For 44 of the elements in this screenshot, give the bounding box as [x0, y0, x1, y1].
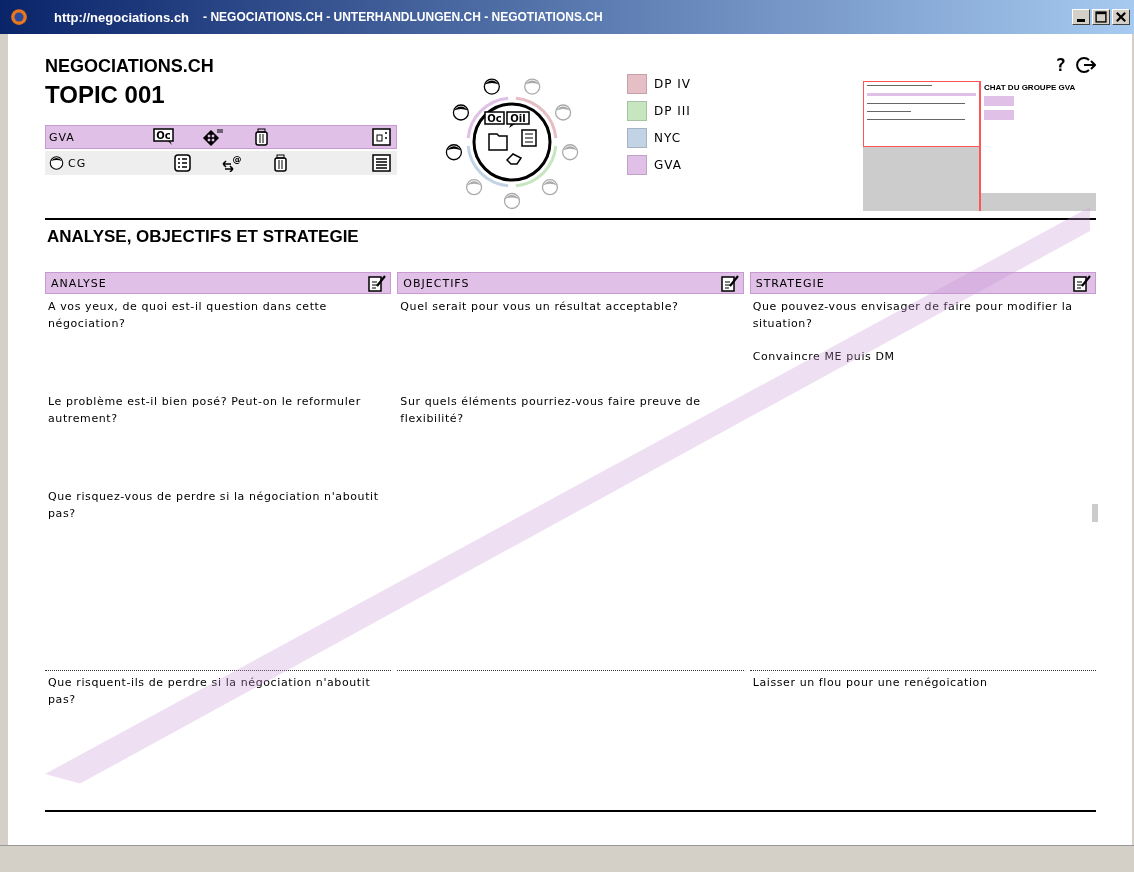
chat-message — [984, 96, 1014, 106]
legend-label: GVA — [654, 158, 682, 172]
card-icon[interactable] — [371, 128, 393, 146]
question-text: Que pouvez-vous envisager de faire pour modifier la situation? — [751, 299, 1074, 332]
group-row[interactable]: GVA Oc — [45, 125, 397, 149]
edit-icon[interactable] — [367, 274, 388, 292]
question-text: Que risquez-vous de perdre si la négociation n'aboutit pas? — [47, 489, 380, 522]
close-button[interactable] — [1112, 9, 1130, 25]
window-url: http://negociations.ch — [54, 9, 190, 25]
chat-message — [984, 110, 1014, 120]
edit-icon[interactable] — [1072, 274, 1092, 292]
question-text: Laisser un flou pour une renégoication — [751, 675, 989, 691]
close-icon — [1113, 10, 1129, 24]
group-row[interactable]: CG @ — [45, 151, 397, 175]
text-lines-icon[interactable] — [371, 154, 393, 172]
participants-hub-drawing: Oc Oil — [437, 74, 587, 210]
list-icon[interactable] — [172, 154, 194, 172]
column-title: ANALYSE — [51, 276, 107, 290]
logout-icon[interactable] — [1076, 54, 1096, 75]
maximize-button[interactable] — [1092, 9, 1110, 25]
resize-grip-icon[interactable] — [1092, 504, 1098, 522]
minimize-icon — [1077, 19, 1085, 22]
legend-label: DP III — [654, 104, 691, 118]
edit-icon[interactable] — [719, 274, 740, 292]
question-text: Sur quels éléments pourriez-vous faire preuve de flexibilité? — [399, 394, 702, 427]
move-arrows-icon[interactable] — [202, 128, 224, 146]
minimize-button[interactable] — [1072, 9, 1090, 25]
window-title: - NEGOCIATIONS.CH - UNTERHANDLUNGEN.CH - NEGOTIATIONS.CH — [203, 10, 604, 24]
question-text: Que risquent-ils de perdre si la négociation n'aboutit pas? — [47, 675, 372, 708]
legend-label: DP IV — [654, 77, 692, 91]
question-text: A vos yeux, de quoi est-il question dans cette négociation? — [47, 299, 328, 332]
site-name: NEGOCIATIONS.CH — [45, 56, 215, 77]
topic-title: TOPIC 001 — [45, 81, 166, 109]
preview-chat-title: CHAT DU GROUPE GVA — [984, 83, 1077, 92]
answer-text[interactable]: Convaincre ME puis DM — [749, 348, 1096, 365]
question-text: Le problème est-il bien posé? Peut-on le reformuler autrement? — [47, 394, 362, 427]
help-button[interactable]: ? — [1055, 54, 1066, 75]
column-title: STRATEGIE — [755, 276, 825, 290]
section-title: ANALYSE, OBJECTIFS ET STRATEGIE — [47, 227, 360, 247]
maximize-icon — [1093, 10, 1109, 24]
question-text: Quel serait pour vous un résultat acceptable? — [399, 299, 680, 315]
column-title: OBJECTIFS — [403, 276, 470, 290]
browser-icon — [10, 8, 28, 26]
legend-label: NYC — [654, 131, 682, 145]
